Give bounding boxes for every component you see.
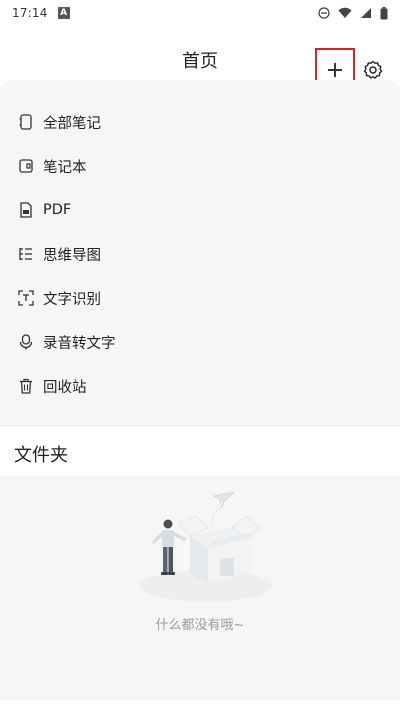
empty-box-illustration	[140, 491, 272, 602]
nav-item-label: 笔记本	[43, 159, 87, 176]
status-bar: 17:14 A	[0, 0, 400, 26]
status-icons	[318, 6, 388, 20]
status-time: 17:14	[12, 6, 48, 20]
notebook-icon	[18, 114, 34, 130]
nav-item-recycle-bin[interactable]: 回收站	[0, 364, 400, 408]
plus-icon	[328, 63, 342, 77]
do-not-disturb-icon	[318, 7, 330, 19]
notification-a-icon: A	[57, 7, 70, 19]
nav-item-label: 思维导图	[43, 247, 101, 264]
mindmap-icon	[18, 246, 34, 262]
nav-item-all-notes[interactable]: 全部笔记	[0, 100, 400, 144]
nav-item-label: 录音转文字	[43, 335, 116, 352]
signal-icon	[361, 8, 371, 18]
header: 首页	[0, 26, 400, 92]
nav-item-label: PDF	[43, 202, 72, 218]
nav-item-text-recognition[interactable]: 文字识别	[0, 276, 400, 320]
empty-state-text: 什么都没有哦~	[155, 618, 245, 633]
nav-item-pdf[interactable]: PDF	[0, 188, 400, 232]
nav-item-label: 文字识别	[43, 291, 101, 308]
nav-item-notebooks[interactable]: 笔记本	[0, 144, 400, 188]
bottom-bar	[0, 700, 400, 710]
gear-icon	[363, 60, 383, 79]
nav-item-label: 回收站	[43, 379, 87, 396]
folder-title: 文件夹	[14, 445, 68, 466]
nav-item-label: 全部笔记	[43, 115, 101, 132]
pdf-icon	[18, 202, 34, 218]
wifi-icon	[338, 7, 352, 18]
nav-item-mindmap[interactable]: 思维导图	[0, 232, 400, 276]
nav-list: 全部笔记 笔记本 PDF 思维导图 文字识别 录音转文字 回收站	[0, 80, 400, 425]
nav-item-voice-to-text[interactable]: 录音转文字	[0, 320, 400, 364]
folder-header: 文件夹	[0, 426, 400, 476]
microphone-icon	[18, 334, 34, 350]
battery-icon	[380, 6, 388, 19]
settings-button[interactable]	[361, 58, 385, 82]
trash-icon	[18, 378, 34, 394]
scan-text-icon	[18, 290, 34, 306]
folder-book-icon	[18, 158, 34, 174]
